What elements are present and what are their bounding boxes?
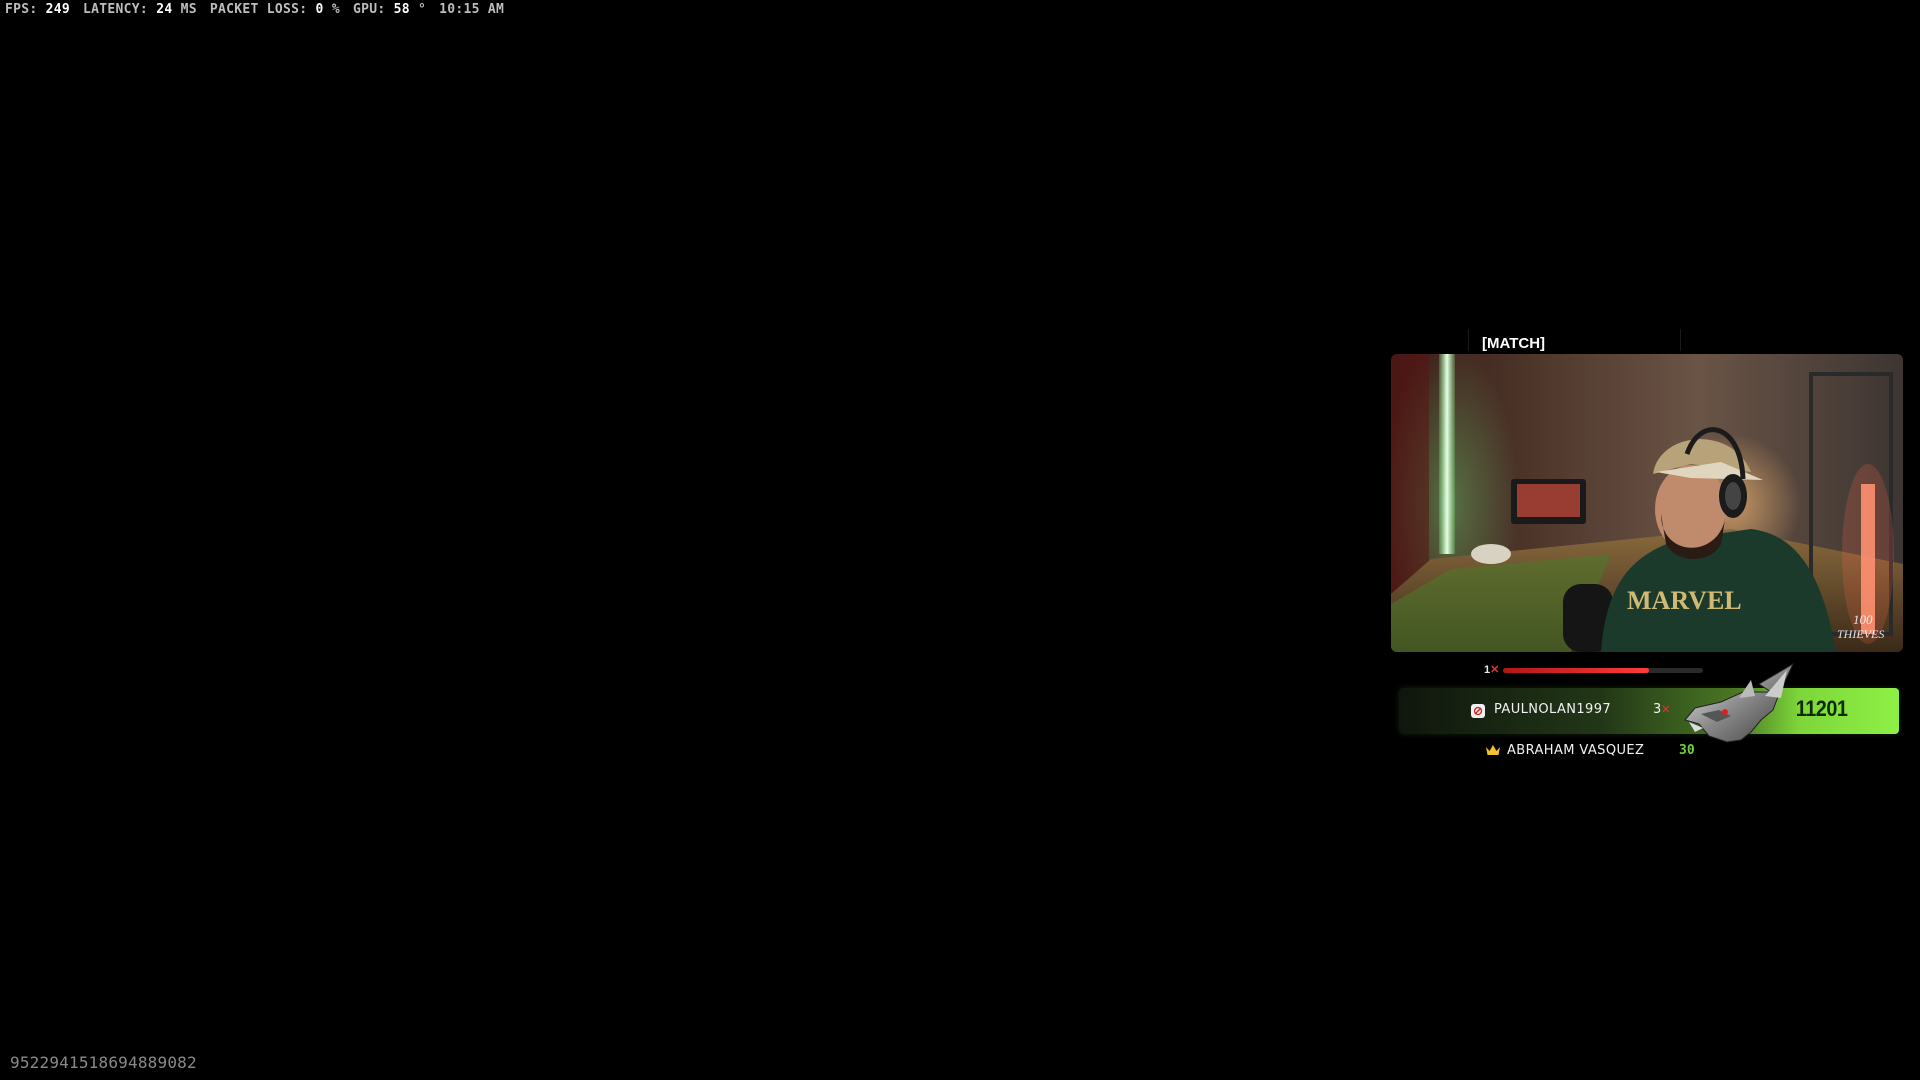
- fps-label: FPS:: [5, 2, 38, 17]
- packet-loss-value: 0: [315, 2, 324, 17]
- latency-value: 24: [156, 2, 173, 17]
- player-badge-icon: [1471, 704, 1485, 718]
- match-divider-left: [1468, 329, 1469, 351]
- webcam-feed: MARVEL 100 THIEVES: [1391, 354, 1903, 652]
- dragon-rank-emblem-icon: [1684, 662, 1795, 743]
- svg-text:100: 100: [1853, 612, 1873, 627]
- crown-icon: [1486, 745, 1500, 755]
- match-divider-right: [1680, 329, 1681, 351]
- player-score-card: PAULNOLAN1997 3✕ 11201: [1399, 662, 1899, 743]
- multiplier-label: 1✕: [1484, 663, 1499, 676]
- leader-score: 30: [1679, 743, 1695, 758]
- multiplier-progress-track: [1503, 668, 1703, 673]
- kill-x-icon: ✕: [1661, 703, 1671, 716]
- packet-loss-unit: %: [331, 2, 340, 17]
- shirt-print: MARVEL: [1627, 586, 1742, 615]
- gpu-temp-unit: °: [418, 2, 427, 17]
- webcam-scene: MARVEL 100 THIEVES: [1391, 354, 1903, 652]
- fps-value: 249: [45, 2, 71, 17]
- latency-label: LATENCY:: [83, 2, 149, 17]
- leader-row: ABRAHAM VASQUEZ 30: [1485, 742, 1785, 760]
- clock: 10:15 AM: [439, 2, 505, 17]
- match-label: [MATCH]: [1482, 335, 1546, 352]
- svg-text:THIEVES: THIEVES: [1837, 627, 1884, 641]
- multiplier-x-icon: ✕: [1490, 664, 1500, 676]
- performance-stats-bar: FPS: 249 LATENCY: 24 MS PACKET LOSS: 0 % GP…: [5, 2, 504, 17]
- latency-unit: MS: [180, 2, 197, 17]
- player-score: 11201: [1795, 696, 1847, 721]
- leader-name: ABRAHAM VASQUEZ: [1507, 743, 1645, 758]
- player-name: PAULNOLAN1997: [1494, 702, 1612, 717]
- player-kill-count: 3✕: [1653, 702, 1671, 717]
- gpu-label: GPU:: [352, 2, 386, 17]
- packet-loss-label: PACKET LOSS:: [209, 2, 308, 17]
- multiplier-progress-fill: [1503, 668, 1649, 673]
- session-id: 95229415186948890​82: [10, 1053, 197, 1072]
- gpu-temp-value: 58: [393, 2, 410, 17]
